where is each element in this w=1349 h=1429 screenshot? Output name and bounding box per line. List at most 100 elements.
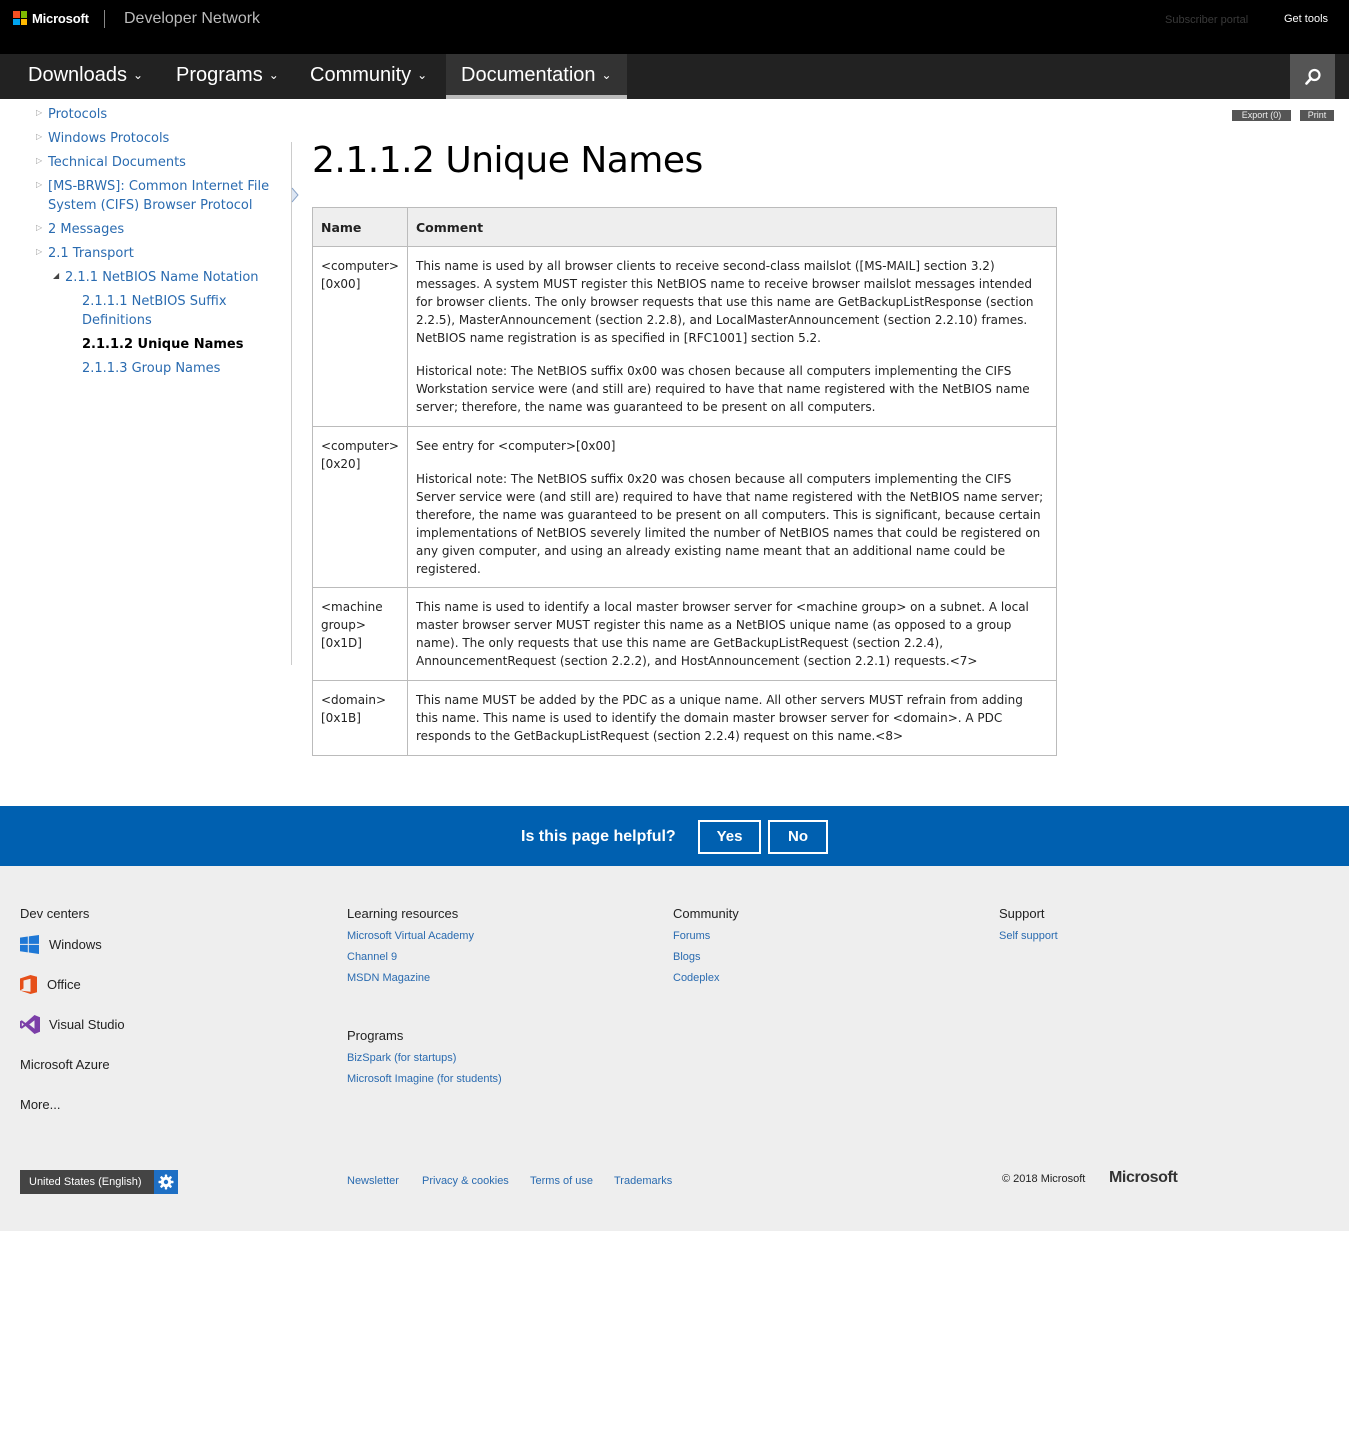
footer-link-imagine[interactable]: Microsoft Imagine (for students) <box>347 1073 502 1085</box>
dev-center-azure[interactable]: Microsoft Azure <box>20 1057 110 1072</box>
chevron-left-icon <box>291 187 299 203</box>
subscriber-portal-link[interactable]: Subscriber portal <box>1165 14 1248 26</box>
chevron-down-icon: ⌄ <box>132 68 144 82</box>
footer-link-terms[interactable]: Terms of use <box>530 1175 593 1187</box>
footer-link-blogs[interactable]: Blogs <box>673 951 701 963</box>
toc-item-ms-brws[interactable]: [MS-BRWS]: Common Internet File System (… <box>48 177 273 215</box>
page-title: 2.1.1.2 Unique Names <box>312 140 703 181</box>
toc-item-unique-names: 2.1.1.2 Unique Names <box>82 337 244 352</box>
comment-paragraph: This name is used to identify a local ma… <box>415 600 1029 668</box>
expand-arrow-icon[interactable]: ▷ <box>36 223 42 232</box>
footer-link-codeplex[interactable]: Codeplex <box>673 972 719 984</box>
chevron-down-icon: ⌄ <box>417 68 428 82</box>
footer-link-virtual-academy[interactable]: Microsoft Virtual Academy <box>347 930 474 942</box>
toc-item-netbios-suffix-definitions[interactable]: 2.1.1.1 NetBIOS Suffix Definitions <box>82 292 242 330</box>
microsoft-logo-text: Microsoft <box>32 10 89 26</box>
microsoft-logo-icon <box>13 11 27 25</box>
comment-cell: This name is used by all browser clients… <box>406 246 1058 427</box>
expand-arrow-icon[interactable]: ▷ <box>36 180 42 189</box>
toc-item-messages[interactable]: 2 Messages <box>48 220 124 239</box>
footer-microsoft-logo[interactable]: Microsoft <box>1109 1169 1178 1187</box>
support-heading: Support <box>999 906 1045 921</box>
unique-names-table: Name Comment <computer>[0x00] This name … <box>312 207 1058 756</box>
toc-item-protocols[interactable]: Protocols <box>48 105 107 124</box>
get-tools-link[interactable]: Get tools <box>1284 13 1328 25</box>
office-icon <box>20 975 37 994</box>
nav-community-label: Community <box>310 64 412 86</box>
footer-link-trademarks[interactable]: Trademarks <box>614 1175 672 1187</box>
footer-link-privacy[interactable]: Privacy & cookies <box>422 1175 509 1187</box>
name-cell: <domain>[0x1B] <box>312 680 408 756</box>
toc-divider <box>291 142 292 665</box>
toc-item-group-names[interactable]: 2.1.1.3 Group Names <box>82 359 220 378</box>
windows-icon <box>20 935 39 954</box>
nav-downloads-label: Downloads <box>28 64 127 86</box>
table-row: <machine group>[0x1D] This name is used … <box>312 587 1058 681</box>
toc-item-windows-protocols[interactable]: Windows Protocols <box>48 129 169 148</box>
table-row: <domain>[0x1B] This name MUST be added b… <box>312 680 1058 756</box>
footer-link-msdn-magazine[interactable]: MSDN Magazine <box>347 972 430 984</box>
name-cell: <computer>[0x20] <box>312 426 408 588</box>
feedback-yes-button[interactable]: Yes <box>698 820 761 854</box>
gear-icon <box>154 1170 178 1194</box>
header-divider <box>104 10 105 28</box>
comment-cell: This name MUST be added by the PDC as a … <box>406 680 1058 756</box>
footer: Dev centers Windows Office Visual Studio… <box>0 866 1349 1231</box>
footer-link-bizspark[interactable]: BizSpark (for startups) <box>347 1052 456 1064</box>
search-button[interactable] <box>1290 54 1335 99</box>
column-header-name: Name <box>312 207 408 247</box>
feedback-no-button[interactable]: No <box>768 820 828 854</box>
feedback-bar: Is this page helpful? Yes No <box>0 806 1349 866</box>
footer-link-forums[interactable]: Forums <box>673 930 710 942</box>
programs-heading: Programs <box>347 1028 404 1043</box>
nav-programs[interactable]: Programs ⌄ <box>176 54 279 99</box>
expand-arrow-icon[interactable]: ▷ <box>36 132 42 141</box>
name-cell: <machine group>[0x1D] <box>312 587 408 681</box>
dev-center-windows[interactable]: Windows <box>49 937 102 952</box>
footer-link-channel9[interactable]: Channel 9 <box>347 951 397 963</box>
nav-documentation-label: Documentation <box>461 64 596 86</box>
toc-collapse-toggle[interactable] <box>290 186 300 204</box>
top-bar: Microsoft Developer Network Subscriber p… <box>0 0 1349 54</box>
dev-centers-heading: Dev centers <box>20 906 90 921</box>
feedback-question: Is this page helpful? <box>521 828 676 845</box>
copyright: © 2018 Microsoft <box>1002 1173 1086 1185</box>
dev-center-office[interactable]: Office <box>47 977 81 992</box>
comment-cell: See entry for <computer>[0x00] Historica… <box>406 426 1058 588</box>
collapse-arrow-icon[interactable]: ◢ <box>53 271 59 280</box>
visual-studio-icon <box>20 1015 40 1034</box>
expand-arrow-icon[interactable]: ▷ <box>36 108 42 117</box>
export-button[interactable]: Export (0) <box>1232 110 1291 121</box>
column-header-comment: Comment <box>406 207 1058 247</box>
main-nav: Downloads ⌄ Programs ⌄ Community ⌄ Document… <box>0 54 1349 99</box>
chevron-down-icon: ⌄ <box>268 68 279 82</box>
developer-network-link[interactable]: Developer Network <box>124 10 260 28</box>
table-row: <computer>[0x00] This name is used by al… <box>312 246 1058 427</box>
footer-link-newsletter[interactable]: Newsletter <box>347 1175 399 1187</box>
community-heading: Community <box>673 906 739 921</box>
footer-link-self-support[interactable]: Self support <box>999 930 1058 942</box>
comment-paragraph: This name MUST be added by the PDC as a … <box>415 693 1023 743</box>
print-button[interactable]: Print <box>1300 110 1334 121</box>
locale-selector[interactable]: United States (English) <box>20 1170 178 1194</box>
learning-resources-heading: Learning resources <box>347 906 459 921</box>
toc-item-technical-documents[interactable]: Technical Documents <box>48 153 186 172</box>
microsoft-logo[interactable]: Microsoft <box>13 10 89 26</box>
toc-item-transport[interactable]: 2.1 Transport <box>48 244 134 263</box>
expand-arrow-icon[interactable]: ▷ <box>36 247 42 256</box>
search-icon <box>1304 68 1321 85</box>
name-cell: <computer>[0x00] <box>312 246 408 427</box>
table-row: <computer>[0x20] See entry for <computer… <box>312 426 1058 588</box>
nav-programs-label: Programs <box>176 64 263 86</box>
comment-paragraph: See entry for <computer>[0x00] <box>415 439 616 453</box>
comment-cell: This name is used to identify a local ma… <box>406 587 1058 681</box>
toc-item-netbios-name-notation[interactable]: 2.1.1 NetBIOS Name Notation <box>65 268 259 287</box>
comment-paragraph: This name is used by all browser clients… <box>415 259 1034 345</box>
nav-community[interactable]: Community ⌄ <box>310 54 427 99</box>
dev-center-more[interactable]: More... <box>20 1097 60 1112</box>
nav-documentation[interactable]: Documentation ⌄ <box>446 54 627 99</box>
historical-note: Historical note: The NetBIOS suffix 0x20… <box>415 472 1044 576</box>
nav-downloads[interactable]: Downloads ⌄ <box>28 54 143 99</box>
expand-arrow-icon[interactable]: ▷ <box>36 156 42 165</box>
dev-center-visual-studio[interactable]: Visual Studio <box>49 1017 125 1032</box>
